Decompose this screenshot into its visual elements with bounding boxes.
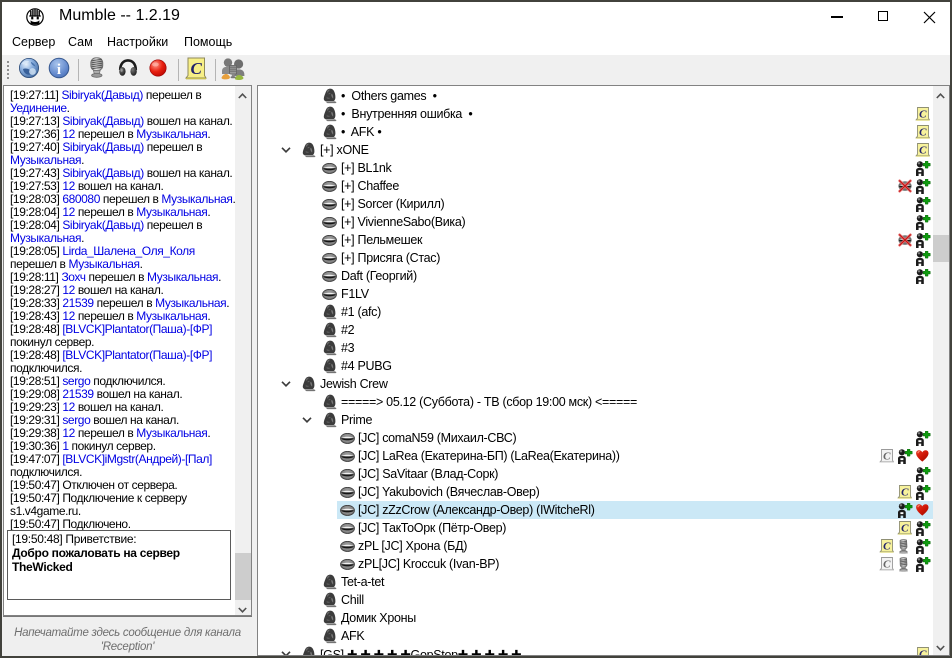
svg-text:C: C (883, 540, 891, 552)
svg-text:i: i (57, 62, 61, 78)
svg-text:C: C (901, 522, 909, 534)
svg-text:C: C (919, 144, 927, 156)
svg-text:C: C (883, 450, 891, 462)
svg-text:C: C (919, 126, 927, 138)
svg-text:C: C (919, 648, 927, 656)
svg-text:C: C (901, 486, 909, 498)
svg-text:C: C (191, 59, 203, 78)
svg-text:C: C (919, 108, 927, 120)
svg-text:C: C (883, 558, 891, 570)
